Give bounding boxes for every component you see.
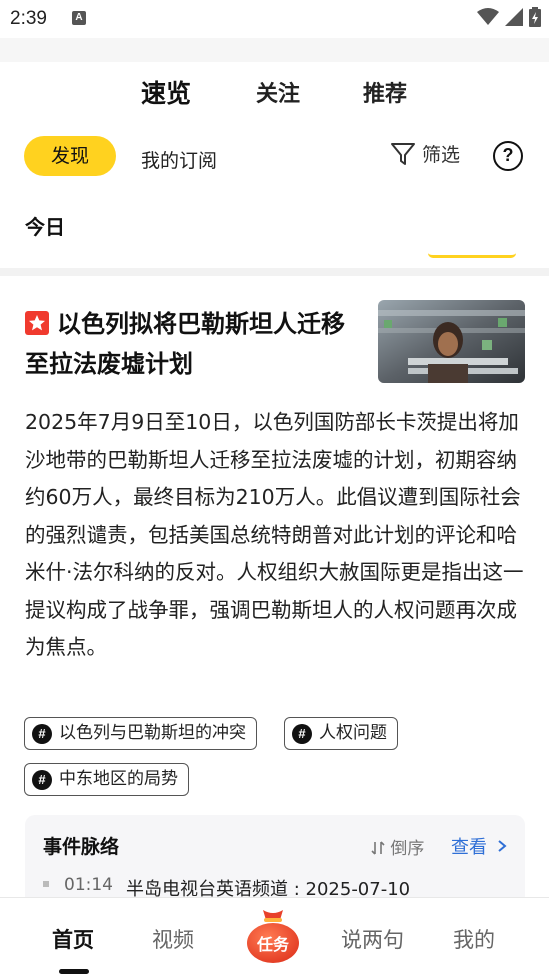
section-divider: [0, 268, 549, 276]
article-title-text: 以色列拟将巴勒斯坦人迁移至拉法废墟计划: [25, 310, 345, 378]
article-title[interactable]: 以色列拟将巴勒斯坦人迁移至拉法废墟计划: [25, 304, 365, 384]
my-subscriptions-link[interactable]: 我的订阅: [141, 146, 217, 173]
tag-chip[interactable]: # 以色列与巴勒斯坦的冲突: [24, 717, 257, 750]
tag-label: 中东地区的局势: [59, 769, 178, 789]
bottom-navigation: 首页 视频 任务 说两句 我的: [0, 897, 549, 977]
tag-chip[interactable]: # 中东地区的局势: [24, 763, 189, 796]
timeline-title: 事件脉络: [43, 836, 120, 858]
hashtag-icon: #: [32, 724, 52, 744]
wifi-icon: [477, 8, 499, 25]
status-icons: [477, 7, 541, 27]
hashtag-icon: #: [32, 770, 52, 790]
nav-active-indicator: [59, 969, 89, 974]
filter-label: 筛选: [422, 144, 461, 166]
section-title-today: 今日: [25, 215, 65, 239]
timeline-dot: [43, 881, 49, 887]
sort-icon: [371, 841, 385, 855]
article-thumbnail[interactable]: [378, 300, 525, 383]
chevron-right-icon: [498, 840, 507, 852]
signal-icon: [505, 8, 523, 26]
scroll-indicator: [428, 253, 516, 258]
discover-pill[interactable]: 发现: [24, 136, 116, 176]
status-bar: 2:39 A: [0, 0, 549, 38]
help-button[interactable]: ?: [493, 141, 523, 171]
battery-icon: [529, 7, 541, 27]
nav-home[interactable]: 首页: [52, 924, 94, 954]
filter-button[interactable]: 筛选: [390, 140, 460, 167]
article-summary: 2025年7月9日至10日，以色列国防部长卡茨提出将加沙地带的巴勒斯坦人迁移至拉…: [25, 410, 524, 659]
view-label: 查看: [451, 837, 487, 858]
tab-recommend[interactable]: 推荐: [363, 76, 407, 108]
hashtag-icon: #: [292, 724, 312, 744]
tag-label: 人权问题: [319, 723, 387, 743]
nav-profile[interactable]: 我的: [453, 924, 495, 954]
timeline-time: 01:14: [64, 875, 113, 895]
notification-icon: A: [72, 11, 86, 25]
tag-label: 以色列与巴勒斯坦的冲突: [59, 723, 246, 743]
nav-video[interactable]: 视频: [152, 924, 194, 954]
view-link[interactable]: 查看: [451, 833, 507, 859]
funnel-icon: [391, 142, 415, 165]
sort-toggle[interactable]: 倒序: [371, 834, 424, 859]
tag-chip[interactable]: # 人权问题: [284, 717, 398, 750]
nav-comments[interactable]: 说两句: [341, 924, 404, 954]
task-label: 任务: [256, 935, 289, 954]
status-time: 2:39: [10, 8, 47, 29]
sort-label: 倒序: [390, 839, 425, 859]
tab-quick[interactable]: 速览: [141, 74, 191, 110]
star-badge-icon: [25, 311, 49, 335]
task-button[interactable]: 任务: [244, 906, 302, 964]
top-tabs: 速览 关注 推荐: [0, 62, 549, 124]
filter-row: 发现 我的订阅 筛选 ?: [0, 134, 549, 180]
event-timeline-card: 事件脉络 倒序 查看 01:14 半岛电视台英语频道 : 2025-07-10: [25, 815, 525, 900]
tab-follow[interactable]: 关注: [256, 76, 300, 108]
header-spacer: [0, 38, 549, 62]
